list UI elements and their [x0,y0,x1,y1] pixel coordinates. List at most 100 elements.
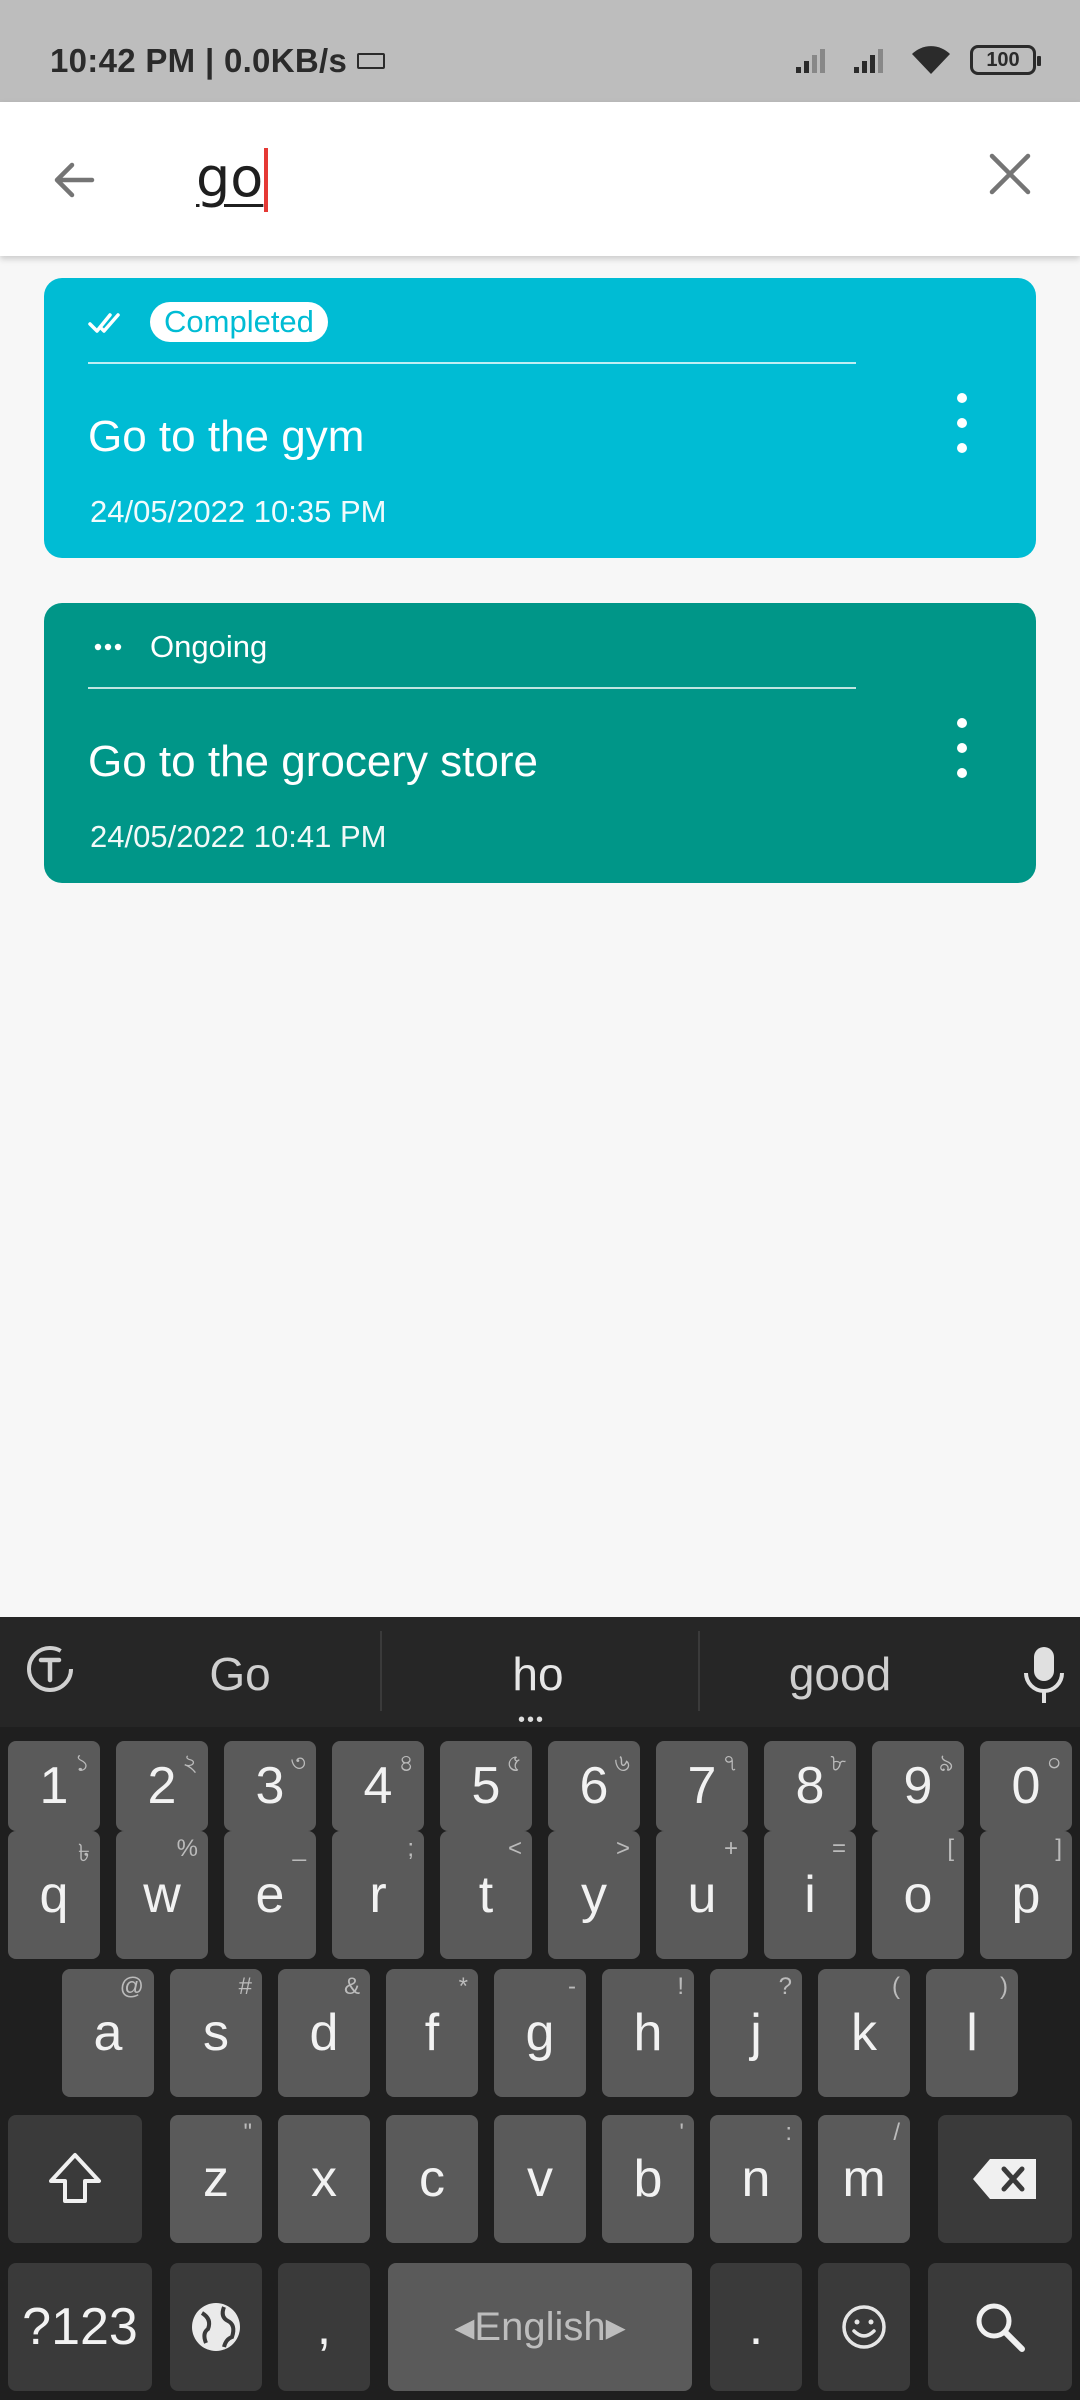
key-alt-label: ৯ [938,1750,954,1777]
status-icons: 100 [794,44,1041,76]
backspace-key[interactable] [938,2115,1072,2243]
key-0[interactable]: 0০ [980,1741,1072,1831]
task-date: 24/05/2022 10:41 PM [90,819,387,854]
key-label: 5 [471,1757,501,1815]
key-y[interactable]: y > [548,1831,640,1959]
key-alt-label: ৭ [722,1750,738,1777]
shift-key[interactable] [8,2115,142,2243]
key-alt-label: ! [677,1973,684,2000]
key-label: 6 [579,1757,609,1815]
key-v[interactable]: v [494,2115,586,2243]
suggestion-item[interactable]: good [740,1647,940,1701]
comma-key-label: , [316,2298,332,2356]
symbols-key-label: ?123 [22,2298,138,2356]
key-label: p [1011,1866,1041,1924]
key-alt-label: ; [407,1835,414,1862]
battery-icon: 100 [970,45,1041,75]
more-options-icon[interactable] [949,393,975,453]
key-m[interactable]: m / [818,2115,910,2243]
key-alt-label: - [568,1973,576,2000]
key-q[interactable]: q ৳ [8,1831,100,1959]
key-s[interactable]: s # [170,1969,262,2097]
key-p[interactable]: p] [980,1831,1072,1959]
key-d[interactable]: d & [278,1969,370,2097]
key-z[interactable]: z " [170,2115,262,2243]
language-label: English [474,2305,606,2349]
comma-key[interactable]: , [278,2263,370,2391]
space-key[interactable]: ◂English▸ [388,2263,692,2391]
suggestion-item[interactable]: Go [140,1647,340,1701]
keyboard-tools-icon[interactable] [24,1643,76,1695]
status-bar: 10:42 PM | 0.0KB/s 100 [0,0,1080,102]
task-card[interactable]: Ongoing Go to the grocery store 24/05/20… [44,603,1036,883]
key-label: e [255,1866,285,1924]
more-suggestions-icon[interactable]: ••• [518,1709,545,1732]
key-f[interactable]: f * [386,1969,478,2097]
key-a[interactable]: a @ [62,1969,154,2097]
clear-search-icon[interactable] [988,152,1032,196]
task-date: 24/05/2022 10:35 PM [90,494,387,529]
key-label: 7 [687,1757,717,1815]
key-label: l [966,2004,978,2062]
key-r[interactable]: r; [332,1831,424,1959]
key-label: j [750,2004,762,2062]
key-3[interactable]: 3৩ [224,1741,316,1831]
period-key[interactable]: . [710,2263,802,2391]
key-label: 0 [1011,1757,1041,1815]
emoji-key[interactable] [818,2263,910,2391]
key-alt-label: < [507,1835,522,1862]
text-cursor [264,148,268,212]
key-alt-label: @ [119,1973,144,2000]
microphone-icon[interactable] [1022,1645,1066,1705]
key-j[interactable]: j? [710,1969,802,2097]
key-alt-label: _ [292,1835,306,1862]
key-2[interactable]: 2২ [116,1741,208,1831]
globe-key[interactable] [170,2263,262,2391]
more-options-icon[interactable] [949,718,975,778]
key-label: d [309,2004,339,2062]
key-alt-label: = [831,1835,846,1862]
key-l[interactable]: l) [926,1969,1018,2097]
key-label: m [842,2150,886,2208]
search-input[interactable]: go [196,146,263,209]
key-o[interactable]: o[ [872,1831,964,1959]
key-g[interactable]: g- [494,1969,586,2097]
key-5[interactable]: 5৫ [440,1741,532,1831]
key-6[interactable]: 6৬ [548,1741,640,1831]
key-t[interactable]: t < [440,1831,532,1959]
key-x[interactable]: x [278,2115,370,2243]
suggestion-strip: Go ho ••• good [0,1617,1080,1731]
key-b[interactable]: b ' [602,2115,694,2243]
key-label: g [525,2004,555,2062]
back-arrow-icon[interactable] [48,154,100,206]
key-label: 3 [255,1757,285,1815]
key-8[interactable]: 8৮ [764,1741,856,1831]
symbols-key[interactable]: ?123 [8,2263,152,2391]
key-alt-label: : [785,2119,792,2146]
key-alt-label: ] [1055,1835,1062,1862]
suggestion-item[interactable]: ho [438,1647,638,1701]
key-i[interactable]: i = [764,1831,856,1959]
suggestion-divider [698,1631,700,1711]
search-key[interactable] [928,2263,1072,2391]
key-c[interactable]: c [386,2115,478,2243]
key-7[interactable]: 7৭ [656,1741,748,1831]
key-label: h [633,2004,663,2062]
key-alt-label: ( [892,1973,900,2000]
key-h[interactable]: h! [602,1969,694,2097]
emoji-icon [842,2305,886,2349]
globe-icon [192,2303,240,2351]
task-card[interactable]: Completed Go to the gym 24/05/2022 10:35… [44,278,1036,558]
key-e[interactable]: e _ [224,1831,316,1959]
key-label: i [804,1866,816,1924]
key-w[interactable]: w% [116,1831,208,1959]
key-4[interactable]: 4৪ [332,1741,424,1831]
key-u[interactable]: u + [656,1831,748,1959]
key-alt-label: [ [947,1835,954,1862]
key-k[interactable]: k( [818,1969,910,2097]
key-label: n [741,2150,771,2208]
key-n[interactable]: n: [710,2115,802,2243]
key-1[interactable]: 1১ [8,1741,100,1831]
signal-icon [796,49,825,73]
key-9[interactable]: 9৯ [872,1741,964,1831]
